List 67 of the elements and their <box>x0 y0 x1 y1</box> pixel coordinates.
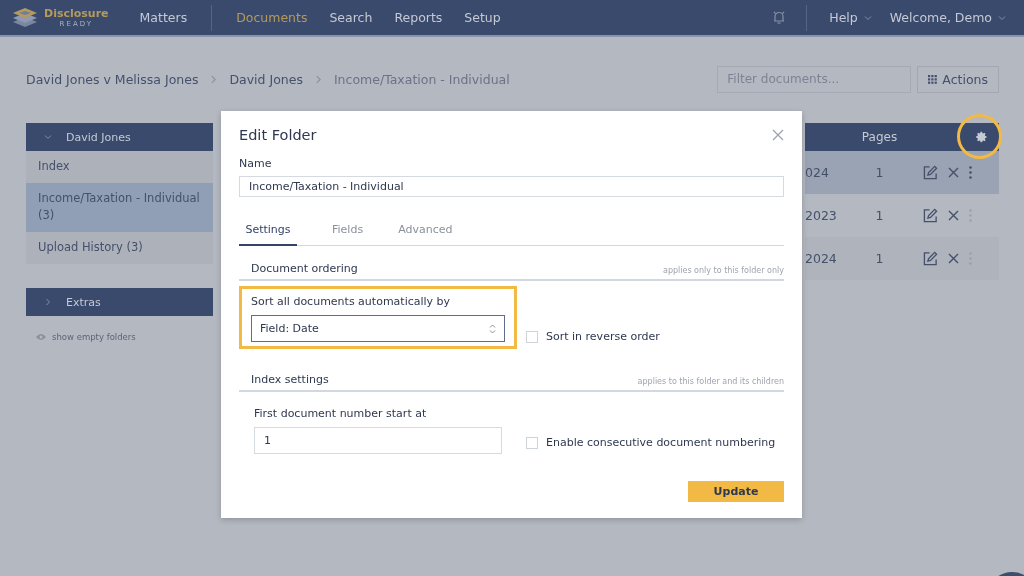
tab[interactable]: Advanced <box>384 219 453 246</box>
breadcrumb[interactable]: David Jones <box>229 71 303 87</box>
logo-icon <box>12 6 38 29</box>
folder-item[interactable]: Income/Taxation - Individual (3) <box>26 183 213 232</box>
section-note: applies to this folder and its children <box>637 377 784 386</box>
grid-icon <box>928 74 938 84</box>
section-note: applies only to this folder only <box>663 266 784 275</box>
table-cell-text: 024 <box>805 165 830 180</box>
nav-link[interactable]: Reports <box>394 10 443 25</box>
table-cell-text: 1 <box>874 208 885 223</box>
nav-link[interactable]: Documents <box>236 10 308 25</box>
eye-icon <box>36 333 46 341</box>
nav-link[interactable]: Setup <box>464 10 501 25</box>
close-button[interactable] <box>772 129 784 141</box>
dialog-title: Edit Folder <box>239 127 317 143</box>
show-empty-link[interactable]: show empty folders <box>52 332 136 342</box>
more-icon[interactable] <box>969 166 972 179</box>
chevron-down-icon <box>998 13 1006 22</box>
field-label: Sort all documents automatically by <box>251 295 452 308</box>
edit-icon[interactable] <box>923 208 938 223</box>
table-row[interactable]: 024 1 <box>805 151 999 194</box>
table-cell-text: 2024 <box>805 251 838 266</box>
folder-header[interactable]: David Jones <box>26 123 213 151</box>
sort-select[interactable]: Field: Date <box>251 315 505 342</box>
sort-arrows-icon <box>489 323 496 334</box>
close-icon[interactable] <box>948 167 959 178</box>
table-cell-text: 2023 <box>805 208 838 223</box>
chevron-right-icon <box>44 298 52 306</box>
checkbox-label: Sort in reverse order <box>546 330 660 343</box>
breadcrumb[interactable]: Income/Taxation - Individual <box>333 71 510 87</box>
chevron-right-icon <box>313 74 323 84</box>
close-icon[interactable] <box>948 253 959 264</box>
table-cell-text: 1 <box>874 251 885 266</box>
actions-button[interactable]: Actions <box>917 65 999 93</box>
checkbox-label: Enable consecutive document numbering <box>546 436 776 449</box>
folder-item[interactable]: Upload History (3) <box>26 232 213 264</box>
user-menu[interactable]: Welcome, Demo <box>889 10 992 25</box>
section-heading: Index settings <box>251 373 329 386</box>
settings-icon[interactable] <box>976 131 988 143</box>
checkbox[interactable] <box>526 330 538 343</box>
field-label: First document number start at <box>254 407 428 420</box>
close-icon[interactable] <box>948 210 959 221</box>
folder-item[interactable]: Index <box>26 151 213 183</box>
checkbox[interactable] <box>526 436 538 449</box>
start-number-field[interactable]: 1 <box>254 427 502 454</box>
name-field[interactable]: Income/Taxation - Individual <box>239 176 784 197</box>
tab[interactable]: Fields <box>318 219 364 246</box>
nav-link[interactable]: Search <box>329 10 373 25</box>
section-heading: Document ordering <box>251 262 358 275</box>
table-cell-text: 1 <box>874 165 885 180</box>
folder-header[interactable]: Extras <box>26 288 213 316</box>
chevron-right-icon <box>209 74 219 84</box>
breadcrumb[interactable]: David Jones v Melissa Jones <box>26 71 199 87</box>
help-menu[interactable]: Help <box>829 10 858 25</box>
brand-name: Disclosure <box>44 7 109 19</box>
edit-icon[interactable] <box>923 165 938 180</box>
chevron-down-icon <box>44 133 52 141</box>
bell-icon[interactable] <box>772 10 787 25</box>
highlight-ring <box>957 114 1002 159</box>
chevron-down-icon <box>863 13 872 22</box>
table-row[interactable]: 2024 1 <box>805 237 999 280</box>
nav-link[interactable]: Matters <box>139 10 188 25</box>
field-label: Name <box>239 157 273 170</box>
table-header: Pages <box>805 123 999 151</box>
edit-icon[interactable] <box>923 251 938 266</box>
tab[interactable]: Settings <box>239 219 297 246</box>
update-button[interactable]: Update <box>688 481 784 502</box>
